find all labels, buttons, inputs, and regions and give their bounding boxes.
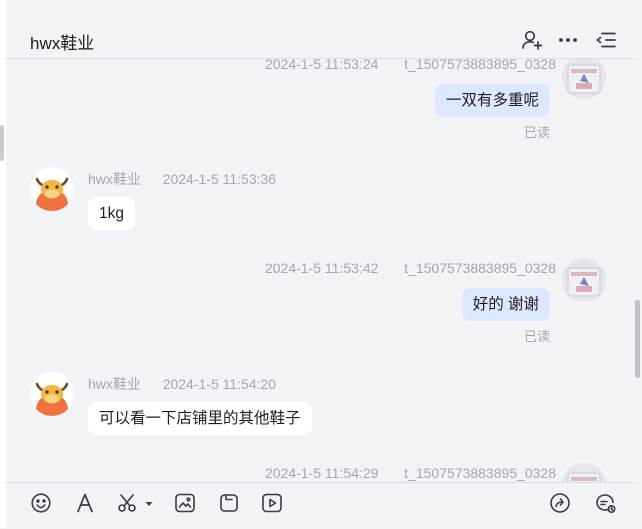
font-icon[interactable] <box>73 491 97 515</box>
chat-header: hwx鞋业 <box>6 0 636 59</box>
message-timestamp: 2024-1-5 11:53:24 <box>265 59 379 72</box>
chevron-down-icon[interactable] <box>137 491 153 515</box>
message-bubble[interactable]: 好的 谢谢 <box>461 288 550 321</box>
message-bubble[interactable]: 可以看一下店铺里的其他鞋子 <box>88 402 312 435</box>
message-sender: t_1507573883895_0328 <box>404 465 556 481</box>
message-bubble[interactable]: 一双有多重呢 <box>434 84 550 117</box>
input-toolbar <box>6 482 636 529</box>
read-status: 已读 <box>523 329 550 344</box>
share-icon[interactable] <box>548 491 572 515</box>
panel-resize-handle[interactable] <box>0 125 4 161</box>
message-meta: 2024-1-5 11:54:29 t_1507573883895_0328 <box>265 465 556 481</box>
message-outgoing: 2024-1-5 11:53:42 t_1507573883895_0328 好… <box>6 258 636 353</box>
message-sender: t_1507573883895_0328 <box>404 59 556 72</box>
user-avatar[interactable] <box>562 59 606 99</box>
menu-list-icon[interactable] <box>594 28 618 52</box>
scrollbar-thumb[interactable] <box>635 300 640 378</box>
message-meta: 2024-1-5 11:53:24 t_1507573883895_0328 <box>265 59 556 72</box>
message-list[interactable]: 2024-1-5 11:53:24 t_1507573883895_0328 一… <box>6 59 636 482</box>
message-meta: hwx鞋业 2024-1-5 11:53:36 <box>88 169 276 189</box>
message-meta: hwx鞋业 2024-1-5 11:54:20 <box>88 374 276 394</box>
emoji-icon[interactable] <box>29 491 53 515</box>
video-icon[interactable] <box>260 491 284 515</box>
message-sender: hwx鞋业 <box>88 171 141 187</box>
message-meta: 2024-1-5 11:53:42 t_1507573883895_0328 <box>265 260 556 276</box>
message-sender: hwx鞋业 <box>88 376 141 392</box>
more-icon[interactable] <box>556 28 580 52</box>
read-status: 已读 <box>523 125 550 140</box>
message-outgoing: 2024-1-5 11:53:24 t_1507573883895_0328 一… <box>6 59 636 147</box>
message-bubble[interactable]: 1kg <box>88 197 135 230</box>
chat-history-icon[interactable] <box>593 491 617 515</box>
message-timestamp: 2024-1-5 11:53:36 <box>162 171 277 187</box>
add-contact-icon[interactable] <box>520 28 544 52</box>
message-timestamp: 2024-1-5 11:54:20 <box>162 376 277 392</box>
shop-avatar[interactable] <box>30 372 74 416</box>
message-timestamp: 2024-1-5 11:53:42 <box>265 260 379 276</box>
file-icon[interactable] <box>217 491 241 515</box>
shop-avatar[interactable] <box>30 167 74 211</box>
message-incoming: hwx鞋业 2024-1-5 11:53:36 1kg <box>6 167 636 247</box>
scrollbar-track[interactable] <box>635 59 642 482</box>
message-timestamp: 2024-1-5 11:54:29 <box>265 465 379 481</box>
message-sender: t_1507573883895_0328 <box>404 260 556 276</box>
chat-title: hwx鞋业 <box>30 34 95 53</box>
image-icon[interactable] <box>173 491 197 515</box>
message-outgoing: 2024-1-5 11:54:29 t_1507573883895_0328 <box>6 463 636 482</box>
user-avatar[interactable] <box>562 258 606 302</box>
user-avatar[interactable] <box>562 463 606 482</box>
message-incoming: hwx鞋业 2024-1-5 11:54:20 可以看一下店铺里的其他鞋子 <box>6 372 636 452</box>
